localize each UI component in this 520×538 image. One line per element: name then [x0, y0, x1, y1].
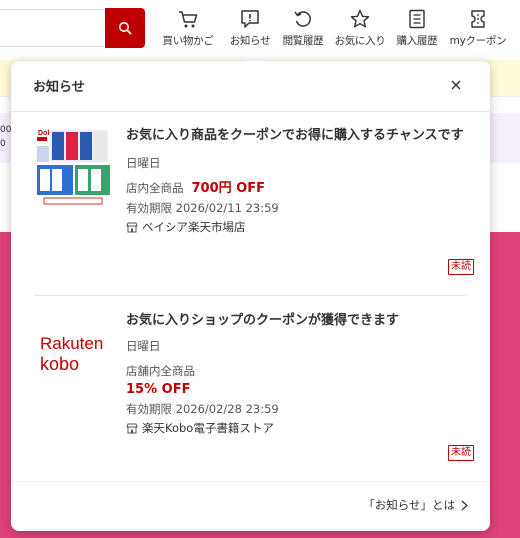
star-icon — [350, 9, 370, 28]
notification-day: 日曜日 — [126, 339, 161, 353]
notification-title: お気に入りショップのクーポンが獲得できます — [126, 313, 400, 328]
chevron-right-icon — [461, 500, 468, 510]
nav-my-coupon-label: myクーポン — [449, 35, 507, 47]
nav-history-label: 閲覧履歴 — [282, 35, 324, 47]
coupon-expiry: 有効期限 2026/02/28 23:59 — [126, 402, 279, 416]
notification-title: お気に入り商品をクーポンでお得に購入するチャンスです — [126, 128, 464, 143]
shop-name: 楽天Kobo電子書籍ストア — [142, 421, 274, 435]
about-notifications-link[interactable]: 「お知らせ」とは — [363, 497, 468, 513]
nav-notice-label: お知らせ — [229, 35, 271, 47]
notice-icon — [241, 10, 259, 28]
search-button[interactable] — [105, 8, 145, 48]
panel-caret — [244, 51, 264, 61]
search-input[interactable] — [0, 9, 106, 47]
coupon-expiry: 有効期限 2026/02/11 23:59 — [126, 201, 279, 215]
logo-text-line1: Rakuten — [40, 334, 103, 353]
close-icon — [451, 80, 461, 90]
nav-notice[interactable]: お知らせ — [226, 0, 274, 48]
nav-purchase-history-label: 購入履歴 — [396, 35, 438, 47]
search-icon — [119, 22, 132, 35]
notification-item[interactable]: Rakuten kobo お気に入りショップのクーポンが獲得できます 日曜日 店… — [34, 312, 474, 470]
nav-purchase-history[interactable]: 購入履歴 — [393, 0, 441, 48]
shop-link[interactable]: 楽天Kobo電子書籍ストア — [126, 420, 471, 437]
header: 買い物かご お知らせ 閲覧履歴 お気に入り 購入履歴 myクーポン — [0, 0, 520, 56]
promo-strip-text: 00 0 — [0, 125, 12, 149]
unread-badge: 未読 — [448, 259, 474, 275]
nav-favorites[interactable]: お気に入り — [332, 0, 388, 48]
shop-link[interactable]: ベイシア楽天市場店 — [126, 219, 471, 236]
nav-cart-label: 買い物かご — [162, 35, 214, 47]
coupon-icon — [471, 10, 485, 28]
divider — [34, 295, 466, 296]
shop-icon — [126, 423, 138, 434]
coupon-discount: 700円 OFF — [191, 181, 265, 196]
about-notifications-label: 「お知らせ」とは — [363, 498, 455, 512]
close-button[interactable] — [448, 77, 464, 93]
nav-cart[interactable]: 買い物かご — [162, 0, 214, 48]
history-icon — [294, 11, 311, 27]
product-thumbnail: Dolce — [34, 127, 112, 213]
coupon-discount: 15% OFF — [126, 382, 191, 397]
shop-logo: Rakuten kobo — [34, 330, 112, 384]
divider — [11, 481, 490, 482]
divider — [11, 111, 490, 112]
notification-day: 日曜日 — [126, 156, 161, 170]
notification-item[interactable]: Dolce お気に入り商品をクーポンでお得に購入するチャンスです 日曜日 店内全… — [34, 127, 474, 285]
cart-icon — [179, 11, 198, 28]
notification-panel: お知らせ Dolce お気に入り商品をクーポンでお得に購入するチャンスです 日曜… — [11, 61, 490, 531]
nav-favorites-label: お気に入り — [334, 35, 386, 47]
panel-title: お知らせ — [33, 80, 85, 95]
nav-history[interactable]: 閲覧履歴 — [279, 0, 327, 48]
logo-text-line2: kobo — [40, 354, 79, 374]
shop-icon — [126, 222, 138, 233]
nav-my-coupon[interactable]: myクーポン — [446, 0, 510, 48]
shop-name: ベイシア楽天市場店 — [142, 220, 246, 234]
coupon-scope: 店内全商品 — [126, 181, 184, 195]
unread-badge: 未読 — [448, 445, 474, 461]
receipt-icon — [409, 9, 425, 29]
coupon-scope: 店舗内全商品 — [126, 364, 195, 378]
